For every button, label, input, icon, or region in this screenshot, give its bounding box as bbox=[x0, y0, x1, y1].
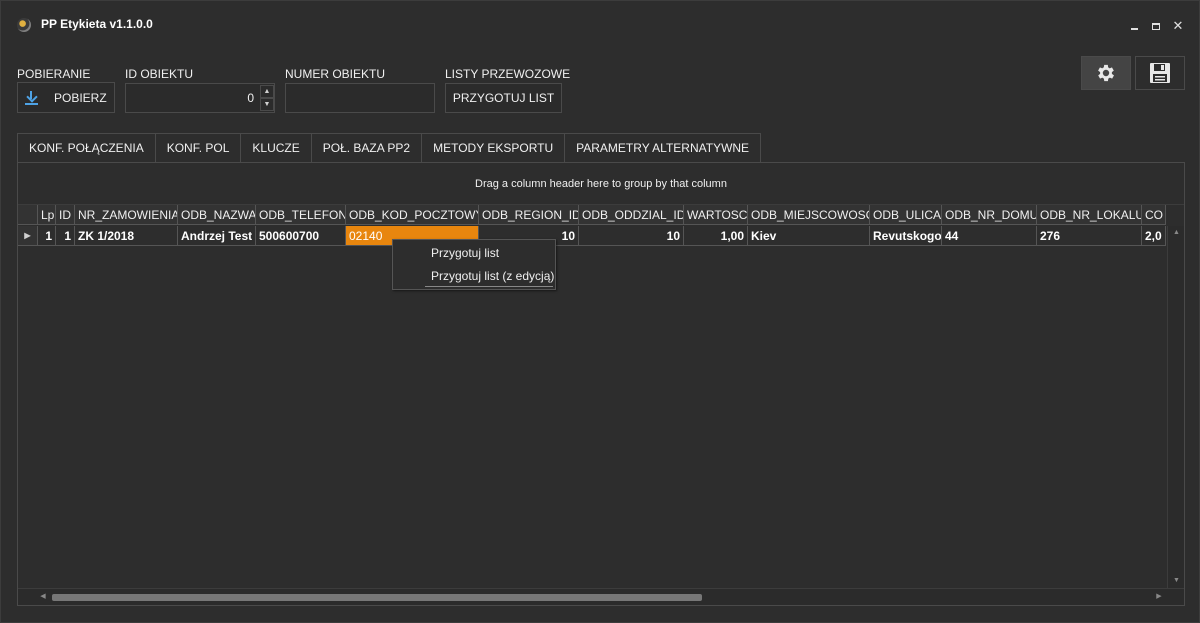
grid-cell[interactable]: 276 bbox=[1037, 226, 1142, 246]
tab-bar: KONF. POŁĄCZENIA KONF. POL KLUCZE POŁ. B… bbox=[17, 133, 762, 162]
column-header[interactable]: ID bbox=[56, 205, 75, 225]
pobierz-button-label: POBIERZ bbox=[54, 90, 107, 105]
grid-cell[interactable]: Revutskogo bbox=[870, 226, 942, 246]
save-button[interactable] bbox=[1135, 56, 1185, 90]
title-bar[interactable]: PP Etykieta v1.1.0.0 ✕ bbox=[1, 1, 1199, 49]
window-title: PP Etykieta v1.1.0.0 bbox=[41, 17, 153, 31]
gear-icon bbox=[1098, 64, 1114, 82]
app-window: PP Etykieta v1.1.0.0 ✕ POBIERANIE POBIER… bbox=[0, 0, 1200, 623]
vertical-scrollbar[interactable]: ▲ ▼ bbox=[1167, 226, 1184, 588]
column-header[interactable]: Lp bbox=[38, 205, 56, 225]
settings-button[interactable] bbox=[1081, 56, 1131, 90]
table-row[interactable]: ▶ 1 1 ZK 1/2018 Andrzej Test 500600700 0… bbox=[18, 226, 1166, 246]
przygotuj-list-button[interactable]: PRZYGOTUJ LIST bbox=[445, 83, 562, 113]
floppy-disk-icon bbox=[1150, 63, 1170, 83]
group-by-panel[interactable]: Drag a column header here to group by th… bbox=[18, 163, 1184, 205]
scroll-down-icon[interactable]: ▼ bbox=[1168, 574, 1184, 588]
tab-metody-eksportu[interactable]: METODY EKSPORTU bbox=[421, 133, 566, 162]
column-header[interactable]: ODB_REGION_ID bbox=[479, 205, 579, 225]
column-header[interactable]: ODB_ODDZIAL_ID bbox=[579, 205, 684, 225]
column-header[interactable]: ODB_MIEJSCOWOSC bbox=[748, 205, 870, 225]
grid-cell[interactable]: 10 bbox=[579, 226, 684, 246]
tab-parametry-alternatywne[interactable]: PARAMETRY ALTERNATYWNE bbox=[564, 133, 762, 162]
pobierz-button[interactable]: POBIERZ bbox=[17, 82, 115, 113]
numer-obiektu-label: NUMER OBIEKTU bbox=[285, 67, 386, 81]
listy-przewozowe-label: LISTY PRZEWOZOWE bbox=[445, 67, 571, 81]
column-header[interactable]: NR_ZAMOWIENIA bbox=[75, 205, 178, 225]
numer-obiektu-input[interactable] bbox=[285, 83, 435, 113]
download-icon bbox=[24, 90, 40, 106]
column-header[interactable]: ODB_NR_DOMU bbox=[942, 205, 1037, 225]
scroll-left-icon[interactable]: ◀ bbox=[36, 590, 50, 604]
tab-konf-pol[interactable]: KONF. POL bbox=[154, 133, 242, 162]
scroll-up-icon[interactable]: ▲ bbox=[1168, 226, 1184, 240]
context-menu: Przygotuj list Przygotuj list (z edycją) bbox=[392, 239, 556, 290]
column-header[interactable]: CO bbox=[1142, 205, 1166, 225]
app-logo-icon bbox=[17, 18, 31, 32]
tab-pol-baza-pp2[interactable]: POŁ. BAZA PP2 bbox=[310, 133, 423, 162]
grid-cell[interactable]: 1 bbox=[38, 226, 56, 246]
scroll-right-icon[interactable]: ▶ bbox=[1152, 590, 1166, 604]
horizontal-scroll-thumb[interactable] bbox=[52, 594, 702, 601]
stepper-up-button[interactable]: ▲ bbox=[260, 85, 274, 98]
pobieranie-label: POBIERANIE bbox=[17, 67, 91, 81]
id-obiektu-stepper[interactable]: 0 ▲ ▼ bbox=[125, 83, 275, 113]
maximize-button[interactable] bbox=[1147, 17, 1165, 35]
maximize-icon bbox=[1152, 23, 1160, 30]
tab-konf-polaczenia[interactable]: KONF. POŁĄCZENIA bbox=[17, 133, 156, 162]
tab-klucze[interactable]: KLUCZE bbox=[240, 133, 312, 162]
current-row-indicator-icon: ▶ bbox=[18, 226, 38, 246]
context-menu-item-przygotuj-list-z-edycja[interactable]: Przygotuj list (z edycją) bbox=[393, 265, 555, 287]
minimize-icon bbox=[1130, 28, 1138, 30]
id-obiektu-value[interactable]: 0 bbox=[126, 84, 258, 112]
context-menu-item-przygotuj-list[interactable]: Przygotuj list bbox=[393, 242, 555, 264]
id-obiektu-label: ID OBIEKTU bbox=[125, 67, 194, 81]
column-header[interactable]: ODB_KOD_POCZTOWY bbox=[346, 205, 479, 225]
close-button[interactable]: ✕ bbox=[1169, 17, 1187, 35]
minimize-button[interactable] bbox=[1125, 17, 1143, 35]
close-icon: ✕ bbox=[1172, 18, 1184, 33]
grid-cell[interactable]: 1 bbox=[56, 226, 75, 246]
grid-cell[interactable]: Andrzej Test bbox=[178, 226, 256, 246]
grid-cell[interactable]: 500600700 bbox=[256, 226, 346, 246]
stepper-down-button[interactable]: ▼ bbox=[260, 98, 274, 111]
menu-item-focus-line bbox=[425, 286, 553, 287]
grid-cell[interactable]: 2,0 bbox=[1142, 226, 1166, 246]
data-grid[interactable]: Drag a column header here to group by th… bbox=[17, 162, 1185, 606]
grid-cell[interactable]: 1,00 bbox=[684, 226, 748, 246]
grid-cell[interactable]: 44 bbox=[942, 226, 1037, 246]
grid-cell[interactable]: ZK 1/2018 bbox=[75, 226, 178, 246]
column-header[interactable]: ODB_NAZWA bbox=[178, 205, 256, 225]
column-header[interactable]: ODB_ULICA bbox=[870, 205, 942, 225]
header-row-indicator bbox=[18, 205, 38, 225]
column-header[interactable]: ODB_TELEFON bbox=[256, 205, 346, 225]
column-header[interactable]: ODB_NR_LOKALU bbox=[1037, 205, 1142, 225]
column-header[interactable]: WARTOSC bbox=[684, 205, 748, 225]
grid-cell[interactable]: Kiev bbox=[748, 226, 870, 246]
grid-header-row: Lp ID NR_ZAMOWIENIA ODB_NAZWA ODB_TELEFO… bbox=[18, 205, 1166, 225]
horizontal-scrollbar[interactable]: ◀ ▶ bbox=[18, 588, 1184, 605]
